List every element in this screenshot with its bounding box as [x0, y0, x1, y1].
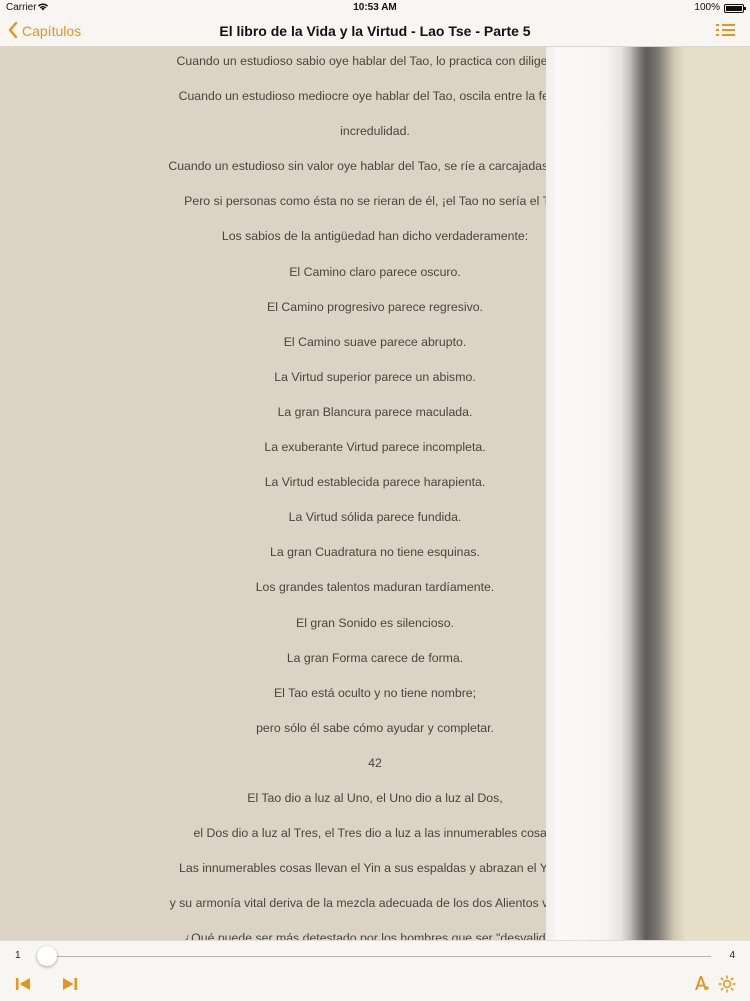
chapter-list-button[interactable] [716, 22, 736, 40]
text-line: pero sólo él sabe cómo ayudar y completa… [256, 720, 494, 735]
text-line: El Tao dio a luz al Uno, el Uno dio a lu… [247, 790, 503, 805]
text-line: Las innumerables cosas llevan el Yin a s… [179, 861, 546, 876]
nav-bar: Capítulos El libro de la Vida y la Virtu… [0, 16, 750, 47]
text-line: La Virtud superior parece un abismo. [274, 369, 476, 384]
battery-icon [724, 4, 746, 13]
page-slider-track[interactable] [47, 956, 711, 957]
text-line: La Virtud sólida parece fundida. [288, 510, 462, 525]
text-line: Cuando un estudioso sabio oye hablar del… [176, 54, 546, 68]
text-line: y su armonía vital deriva de la mezcla a… [169, 896, 546, 911]
text-line: El Camino suave parece abrupto. [283, 334, 467, 349]
text-line: incredulidad. [340, 124, 410, 139]
text-line: el Dos dio a luz al Tres, el Tres dio a … [193, 826, 546, 841]
page-text: Cuando un estudioso sabio oye hablar del… [0, 54, 546, 940]
list-icon [716, 24, 719, 26]
status-bar: Carrier 10:53 AM 100% [0, 0, 750, 16]
text-line: Los sabios de la antigüedad han dicho ve… [221, 229, 529, 244]
reading-page[interactable]: Cuando un estudioso sabio oye hablar del… [0, 47, 546, 940]
current-page-label: 1 [15, 950, 21, 961]
text-line: Los grandes talentos maduran tardíamente… [255, 580, 495, 595]
text-line: El Tao está oculto y no tiene nombre; [273, 685, 477, 700]
skip-forward-icon[interactable] [62, 977, 78, 996]
text-line: La gran Blancura parece maculada. [277, 404, 473, 419]
text-line: 42 [368, 755, 382, 770]
total-pages-label: 4 [729, 950, 735, 961]
text-line: La Virtud establecida parece harapienta. [264, 475, 486, 490]
page-title: El libro de la Vida y la Virtud - Lao Ts… [219, 23, 531, 39]
text-line: El Camino claro parece oscuro. [289, 264, 461, 279]
text-line: ¿Qué puede ser más detestado por los hom… [183, 931, 546, 940]
font-size-icon[interactable] [694, 975, 712, 996]
text-line: La gran Forma carece de forma. [286, 650, 464, 665]
page-slider-thumb[interactable] [37, 946, 57, 966]
skip-back-icon[interactable] [15, 977, 31, 996]
text-line: El gran Sonido es silencioso. [296, 615, 454, 630]
text-line: Pero si personas como ésta no se rieran … [184, 194, 546, 209]
battery-percent: 100% [694, 2, 720, 13]
brightness-icon[interactable] [718, 975, 736, 998]
text-line: La gran Cuadratura no tiene esquinas. [270, 545, 480, 560]
clock: 10:53 AM [353, 2, 397, 13]
text-line: La exuberante Virtud parece incompleta. [264, 440, 486, 455]
bottom-toolbar: 1 4 [0, 940, 750, 1001]
text-line: El Camino progresivo parece regresivo. [267, 299, 483, 314]
text-line: Cuando un estudioso sin valor oye hablar… [168, 159, 546, 174]
page-curl[interactable] [546, 47, 750, 940]
text-line: Cuando un estudioso mediocre oye hablar … [178, 89, 546, 104]
